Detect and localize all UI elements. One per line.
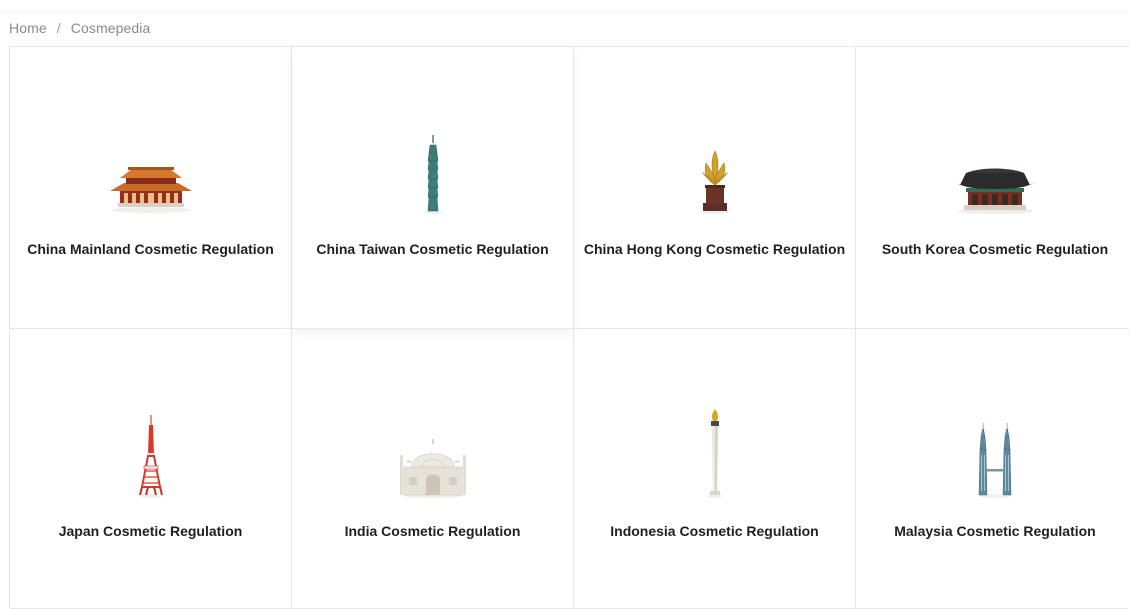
card-title: South Korea Cosmetic Regulation [881, 241, 1109, 257]
card-title: India Cosmetic Regulation [344, 523, 521, 539]
card-china-taiwan[interactable]: China Taiwan Cosmetic Regulation [292, 47, 574, 329]
card-malaysia[interactable]: Malaysia Cosmetic Regulation [856, 329, 1129, 609]
card-title: Indonesia Cosmetic Regulation [610, 523, 819, 539]
golden-bauhinia-icon [655, 133, 775, 215]
forbidden-city-icon [91, 133, 211, 215]
breadcrumb-current: Cosmepedia [70, 20, 151, 36]
card-south-korea[interactable]: South Korea Cosmetic Regulation [856, 47, 1129, 329]
taj-mahal-icon [373, 409, 493, 499]
top-divider [0, 12, 1129, 13]
card-title: China Hong Kong Cosmetic Regulation [583, 241, 846, 257]
regulation-grid: China Mainland Cosmetic Regulation China… [9, 46, 1129, 609]
card-title: China Mainland Cosmetic Regulation [27, 241, 274, 257]
taipei-101-icon [373, 133, 493, 215]
card-indonesia[interactable]: Indonesia Cosmetic Regulation [574, 329, 856, 609]
breadcrumb-home-link[interactable]: Home [9, 20, 47, 36]
card-china-hong-kong[interactable]: China Hong Kong Cosmetic Regulation [574, 47, 856, 329]
card-india[interactable]: India Cosmetic Regulation [292, 329, 574, 609]
card-title: Japan Cosmetic Regulation [58, 523, 243, 539]
card-china-mainland[interactable]: China Mainland Cosmetic Regulation [10, 47, 292, 329]
card-japan[interactable]: Japan Cosmetic Regulation [10, 329, 292, 609]
korean-palace-icon [935, 133, 1055, 215]
tokyo-tower-icon [91, 409, 211, 499]
card-title: China Taiwan Cosmetic Regulation [316, 241, 549, 257]
breadcrumb-separator: / [56, 20, 61, 36]
petronas-towers-icon [935, 409, 1055, 499]
card-title: Malaysia Cosmetic Regulation [894, 523, 1096, 539]
monas-monument-icon [655, 409, 775, 499]
breadcrumb: Home / Cosmepedia [9, 18, 150, 38]
